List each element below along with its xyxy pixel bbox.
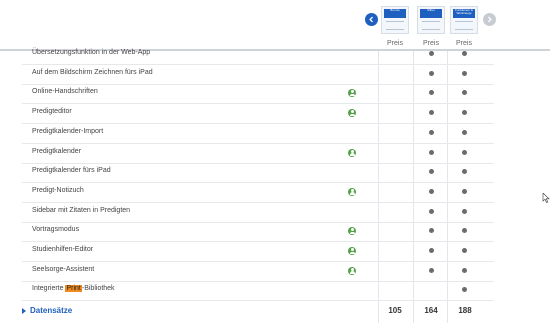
included-dot-icon bbox=[462, 267, 467, 273]
included-dot-icon bbox=[462, 129, 467, 135]
package-name: Silber bbox=[420, 9, 442, 18]
feature-label: Online-Handschriften bbox=[32, 88, 98, 96]
person-icon bbox=[348, 148, 356, 157]
feature-label-part: Integrierte bbox=[32, 285, 66, 293]
included-dot-icon bbox=[462, 110, 467, 116]
feature-label: Sidebar mit Zitaten in Predigten bbox=[32, 206, 131, 214]
included-dot-icon bbox=[429, 228, 434, 234]
person-icon bbox=[348, 187, 356, 196]
feature-row: Übersetzungsfunktion in der Web-App bbox=[22, 44, 494, 65]
package-name: Bronze bbox=[384, 9, 406, 18]
search-highlight: Print bbox=[65, 285, 82, 293]
included-dot-icon bbox=[462, 90, 467, 96]
package-subtitle bbox=[386, 21, 404, 30]
person-icon bbox=[348, 227, 356, 236]
included-dot-icon bbox=[462, 208, 467, 214]
feature-row: Online-Handschriften bbox=[22, 83, 494, 105]
included-dot-icon bbox=[462, 51, 467, 56]
person-icon bbox=[348, 266, 356, 275]
person-icon bbox=[348, 109, 356, 118]
included-dot-icon bbox=[429, 129, 434, 135]
feature-label: Übersetzungsfunktion in der Web-App bbox=[32, 49, 151, 56]
feature-row: Predigteditor bbox=[22, 103, 494, 125]
feature-row: Predigtkalender fürs iPad bbox=[22, 162, 494, 184]
included-dot-icon bbox=[429, 208, 434, 214]
count-bronze: 105 bbox=[388, 306, 402, 315]
feature-label: Vortragsmodus bbox=[32, 226, 80, 234]
package-subtitle bbox=[455, 21, 473, 30]
included-dot-icon bbox=[462, 149, 467, 155]
included-dot-icon bbox=[429, 149, 434, 155]
datensaetze-title[interactable]: Datensätze bbox=[30, 306, 72, 315]
included-dot-icon bbox=[429, 110, 434, 116]
mouse-cursor-icon bbox=[542, 193, 550, 203]
person-icon bbox=[348, 247, 356, 255]
feature-row: Seelsorge-Assistent bbox=[22, 261, 494, 282]
count-silber: 164 bbox=[424, 306, 438, 315]
package-image-funktionen[interactable]: Funktionen & Werkzeuge bbox=[450, 6, 478, 34]
feature-row: Predigtkalender bbox=[22, 143, 494, 164]
included-dot-icon bbox=[429, 70, 434, 76]
chevron-left-icon bbox=[369, 16, 373, 23]
package-image-silber[interactable]: Silber bbox=[417, 6, 445, 34]
included-dot-icon bbox=[429, 188, 434, 194]
feature-row: Vortragsmodus bbox=[22, 221, 494, 243]
datensaetze-row[interactable]: Datensätze 105 164 188 bbox=[22, 303, 494, 321]
included-dot-icon bbox=[429, 169, 434, 175]
person-icon bbox=[348, 89, 356, 98]
header: Bronze Silber Funktionen & Werkzeuge Pre… bbox=[0, 0, 550, 50]
included-dot-icon bbox=[429, 90, 434, 96]
feature-row: Sidebar mit Zitaten in Predigten bbox=[22, 202, 494, 223]
included-dot-icon bbox=[429, 267, 434, 273]
feature-label: Predigteditor bbox=[32, 108, 72, 116]
feature-label-part: -Bibliothek bbox=[81, 285, 115, 293]
expand-triangle-icon[interactable] bbox=[22, 308, 26, 314]
count-funktionen: 188 bbox=[458, 306, 472, 315]
package-subtitle bbox=[422, 21, 440, 30]
included-dot-icon bbox=[462, 70, 467, 76]
included-dot-icon bbox=[462, 248, 467, 253]
feature-row: Integrierte Print-Bibliothek bbox=[22, 280, 494, 302]
feature-label: Studienhilfen-Editor bbox=[32, 246, 94, 253]
feature-label: Predigtkalender fürs iPad bbox=[32, 167, 111, 175]
included-dot-icon bbox=[462, 287, 467, 293]
feature-row: Predigt-Notizuch bbox=[22, 182, 494, 203]
next-arrow-button[interactable] bbox=[483, 13, 496, 26]
feature-row: Predigtkalender-Import bbox=[22, 123, 494, 144]
feature-label: Predigt-Notizuch bbox=[32, 186, 84, 194]
feature-label: Seelsorge-Assistent bbox=[32, 265, 95, 273]
prev-arrow-button[interactable] bbox=[365, 13, 378, 26]
included-dot-icon bbox=[429, 51, 434, 56]
included-dot-icon bbox=[429, 248, 434, 253]
feature-label: Predigtkalender bbox=[32, 147, 82, 155]
chevron-right-icon bbox=[488, 16, 492, 23]
feature-label: Auf dem Bildschirm Zeichnen fürs iPad bbox=[32, 68, 153, 76]
feature-label: Predigtkalender-Import bbox=[32, 127, 104, 135]
included-dot-icon bbox=[462, 188, 467, 194]
feature-row: Studienhilfen-Editor bbox=[22, 241, 494, 262]
included-dot-icon bbox=[462, 169, 467, 175]
feature-row: Auf dem Bildschirm Zeichnen fürs iPad bbox=[22, 64, 494, 85]
feature-label: Integrierte Print-Bibliothek bbox=[32, 285, 115, 293]
package-image-bronze[interactable]: Bronze bbox=[381, 6, 409, 34]
package-name: Funktionen & Werkzeuge bbox=[453, 9, 475, 18]
included-dot-icon bbox=[462, 228, 467, 234]
